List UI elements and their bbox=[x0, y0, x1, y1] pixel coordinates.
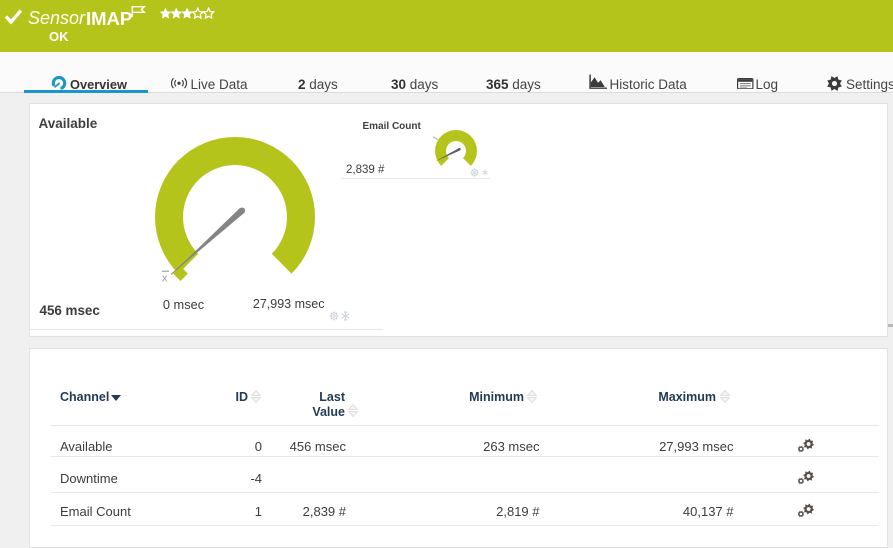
svg-text:x: x bbox=[162, 273, 168, 285]
